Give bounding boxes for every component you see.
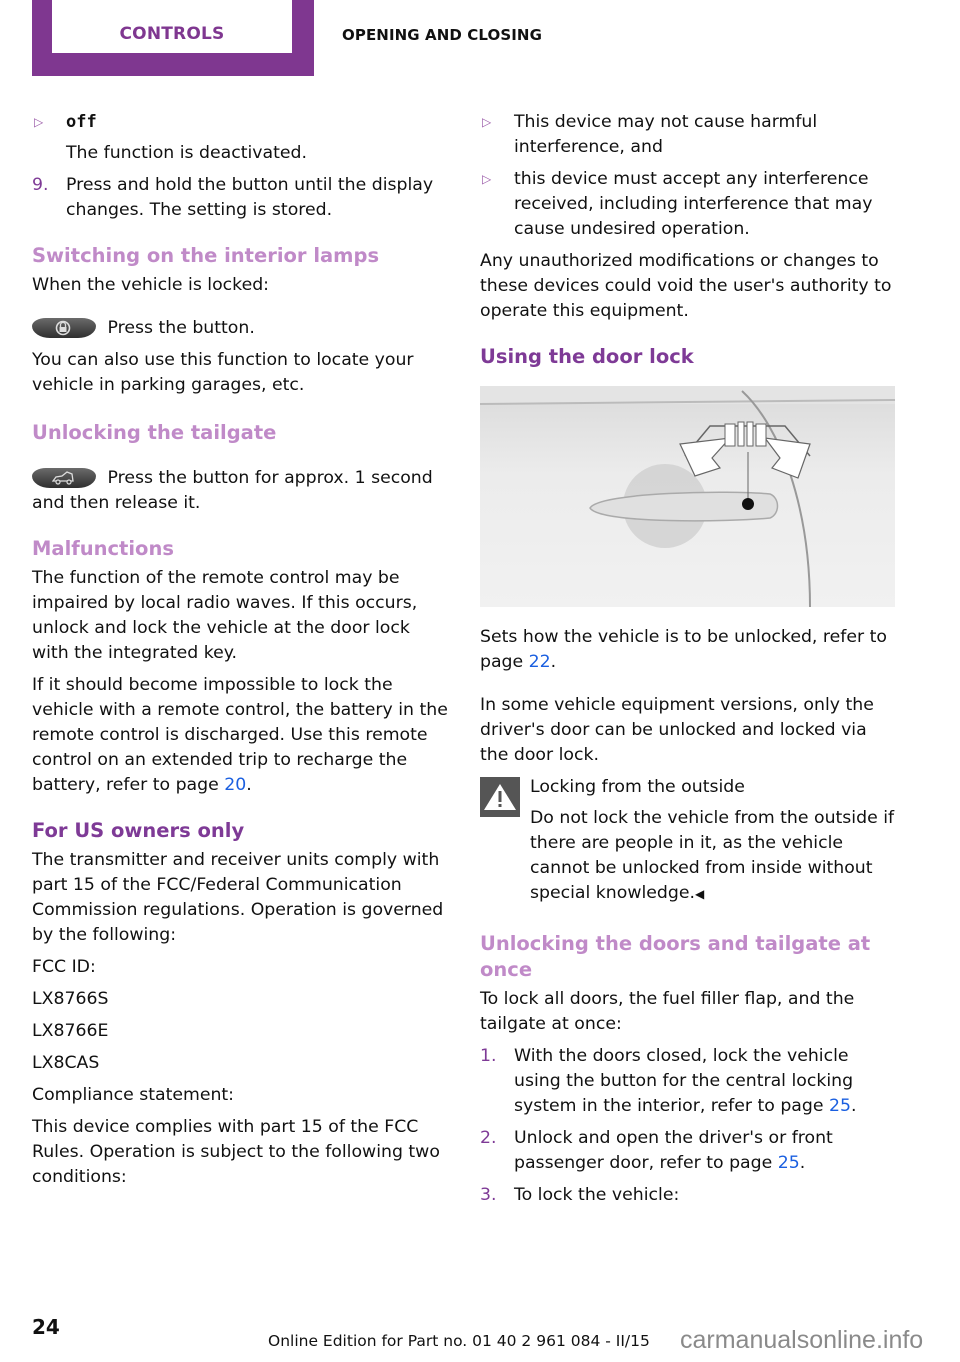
fcc-id-label: FCC ID:: [32, 957, 96, 977]
off-description: The function is deactivated.: [66, 143, 307, 163]
section-title: OPENING AND CLOSING: [342, 26, 542, 44]
warning-text-first: Do not lock the vehicle from the outside…: [480, 806, 900, 907]
fcc-id-1: LX8766S: [32, 989, 109, 1009]
us-p1: The transmitter and receiver units compl…: [32, 850, 444, 945]
step-text: With the doors closed, lock the vehicle …: [514, 1046, 854, 1116]
heading-unlock-at-once: Unlocking the doors and tailgate at once: [480, 932, 871, 981]
list-item-off: ▷ off The function is deactivated.: [32, 110, 452, 166]
remote-tailgate-button-icon: [32, 468, 96, 488]
heading-tailgate: Unlocking the tailgate: [32, 421, 277, 444]
compliance-label: Compliance statement:: [32, 1085, 235, 1105]
malfunctions-p2: If it should become impossible to lock t…: [32, 673, 452, 798]
warning-triangle-icon: [480, 777, 520, 817]
triangle-bullet-icon: ▷: [482, 172, 492, 186]
right-column: ▷ This device may not cause harmful inte…: [480, 110, 900, 1215]
edition-info: Online Edition for Part no. 01 40 2 961 …: [268, 1332, 650, 1350]
step-1: 1. With the doors closed, lock the vehic…: [480, 1044, 900, 1119]
triangle-bullet-icon: ▷: [34, 115, 44, 129]
condition-2-text: this device must accept any interference…: [514, 169, 873, 239]
heading-door-lock: Using the door lock: [480, 345, 694, 368]
door-p1: Sets how the vehicle is to be unlocked, …: [480, 625, 900, 675]
display-off-label: off: [66, 112, 97, 132]
remote-lock-button-icon: [32, 318, 96, 338]
warning-title: Locking from the outside: [530, 777, 745, 797]
page-link-25[interactable]: 25: [829, 1096, 851, 1116]
condition-1: ▷ This device may not cause harmful inte…: [480, 110, 900, 160]
condition-2: ▷ this device must accept any interferen…: [480, 167, 900, 242]
interior-action-text: Press the button.: [107, 318, 255, 338]
step-text: Press and hold the button until the disp…: [66, 175, 434, 220]
triangle-bullet-icon: ▷: [482, 115, 492, 129]
chapter-tab-label: CONTROLS: [119, 23, 225, 44]
step-text: To lock the vehicle:: [514, 1185, 680, 1205]
tailgate-action-row: Press the button for approx. 1 second an…: [32, 466, 452, 516]
page-link-25[interactable]: 25: [778, 1153, 800, 1173]
interior-action-row: Press the button.: [32, 316, 452, 341]
unauthorized-note: Any unauthorized modifications or change…: [480, 251, 892, 321]
heading-us-owners: For US owners only: [32, 819, 245, 842]
step-2: 2. Unlock and open the driver's or front…: [480, 1126, 900, 1176]
page-number: 24: [32, 1315, 60, 1339]
warning-text: Do not lock the vehicle from the outside…: [530, 808, 895, 903]
chapter-tab[interactable]: CONTROLS: [52, 0, 292, 53]
door-lock-illustration: [480, 386, 895, 607]
fcc-id-3: LX8CAS: [32, 1053, 100, 1073]
step-number: 9.: [32, 175, 49, 195]
fcc-id-2: LX8766E: [32, 1021, 109, 1041]
heading-interior-lamps: Switching on the interior lamps: [32, 244, 380, 267]
page-link-20[interactable]: 20: [224, 775, 246, 795]
watermark: carmanualsonline.info: [680, 1326, 924, 1354]
interior-intro: When the vehicle is locked:: [32, 275, 270, 295]
interior-note: You can also use this function to locate…: [32, 350, 414, 395]
warning-block: Locking from the outside Do not lock the…: [480, 775, 900, 907]
step-9: 9. Press and hold the button until the d…: [32, 173, 452, 223]
compliance-text: This device complies with part 15 of the…: [32, 1117, 440, 1187]
period: .: [799, 1153, 806, 1173]
left-column: ▷ off The function is deactivated. 9. Pr…: [32, 110, 452, 1197]
step-3: 3. To lock the vehicle:: [480, 1183, 900, 1208]
period: .: [550, 652, 557, 672]
door-p2: In some vehicle equipment versions, only…: [480, 695, 874, 765]
heading-malfunctions: Malfunctions: [32, 537, 174, 560]
malfunctions-p1: The function of the remote control may b…: [32, 568, 418, 663]
step-number: 3.: [480, 1185, 497, 1205]
page-link-22[interactable]: 22: [529, 652, 551, 672]
end-marker-icon: ◀: [694, 887, 705, 901]
condition-1-text: This device may not cause harmful interf…: [514, 112, 818, 157]
period: .: [850, 1096, 857, 1116]
door-handle-image: [480, 386, 895, 607]
once-intro: To lock all doors, the fuel filler flap,…: [480, 989, 855, 1034]
step-number: 2.: [480, 1128, 497, 1148]
step-number: 1.: [480, 1046, 497, 1066]
period: .: [246, 775, 252, 795]
